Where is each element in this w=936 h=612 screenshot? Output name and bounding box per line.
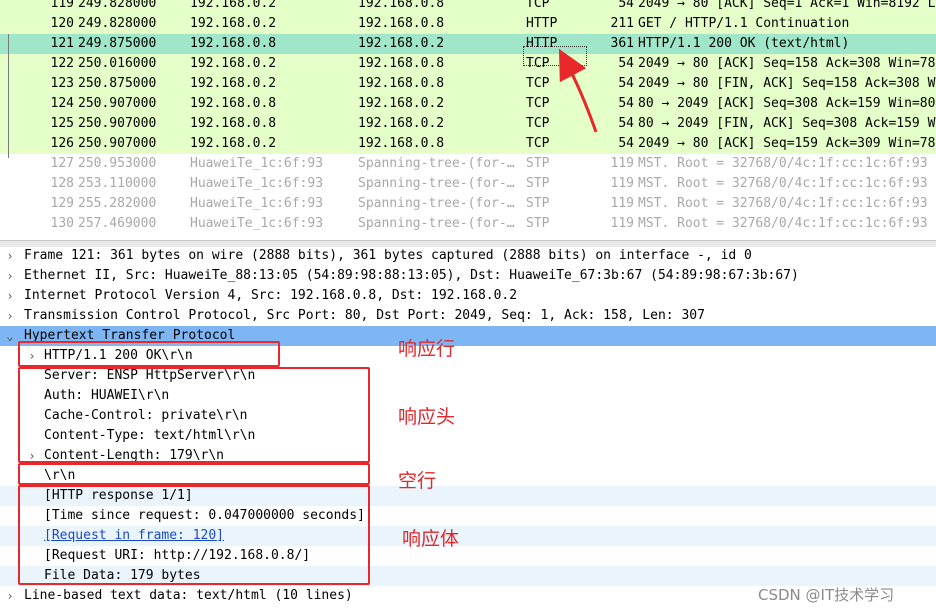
tree-frame[interactable]: › Frame 121: 361 bytes on wire (2888 bit… xyxy=(0,246,936,266)
tree-ip-label: Internet Protocol Version 4, Src: 192.16… xyxy=(24,288,518,303)
tree-tcp[interactable]: › Transmission Control Protocol, Src Por… xyxy=(0,306,936,326)
tree-ip[interactable]: › Internet Protocol Version 4, Src: 192.… xyxy=(0,286,936,306)
blank-line-label: 空行 xyxy=(398,470,437,492)
arrow-annotation-icon xyxy=(558,48,598,133)
packet-list[interactable]: 119 249.828000 192.168.0.2 192.168.0.8 TCP 54… xyxy=(0,0,936,240)
packet-details[interactable]: › Frame 121: 361 bytes on wire (2888 bit… xyxy=(0,246,936,612)
chevron-down-icon[interactable]: ⌄ xyxy=(4,326,16,346)
csdn-watermark: CSDN @IT技术学习 xyxy=(758,586,895,604)
blank-line-box xyxy=(18,463,370,485)
response-line-box xyxy=(18,341,280,367)
response-header-label: 响应头 xyxy=(398,406,456,428)
response-header-box xyxy=(18,367,370,463)
tree-line-based-label: Line-based text data: text/html (10 line… xyxy=(24,588,353,603)
chevron-right-icon[interactable]: › xyxy=(4,586,16,606)
chevron-right-icon[interactable]: › xyxy=(4,246,16,266)
response-line-label: 响应行 xyxy=(398,338,456,360)
tree-frame-label: Frame 121: 361 bytes on wire (2888 bits)… xyxy=(24,248,752,263)
chevron-right-icon[interactable]: › xyxy=(4,306,16,326)
response-body-box xyxy=(18,485,370,585)
tree-tcp-label: Transmission Control Protocol, Src Port:… xyxy=(24,308,705,323)
tree-ethernet[interactable]: › Ethernet II, Src: HuaweiTe_88:13:05 (5… xyxy=(0,266,936,286)
response-body-label: 响应体 xyxy=(402,528,460,550)
chevron-right-icon[interactable]: › xyxy=(4,266,16,286)
chevron-right-icon[interactable]: › xyxy=(4,286,16,306)
tree-ethernet-label: Ethernet II, Src: HuaweiTe_88:13:05 (54:… xyxy=(24,268,799,283)
